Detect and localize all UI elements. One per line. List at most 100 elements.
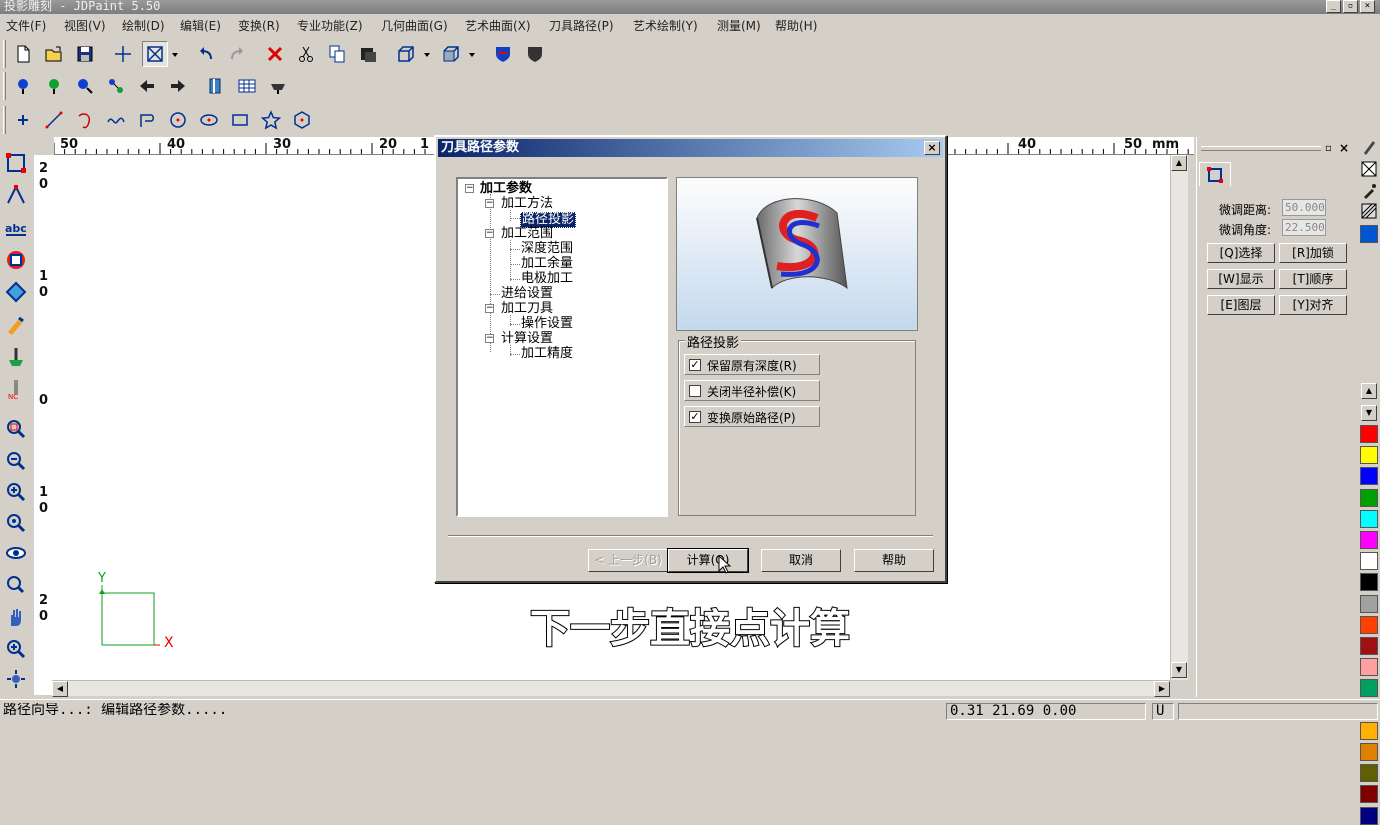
line-icon[interactable] bbox=[41, 107, 67, 133]
collapse-icon[interactable]: − bbox=[485, 334, 494, 343]
scroll-up-icon[interactable]: ▲ bbox=[1171, 155, 1187, 171]
layer-button[interactable]: [E]图层 bbox=[1207, 295, 1275, 315]
tree-calc[interactable]: 计算设置 bbox=[501, 332, 553, 346]
color-swatch[interactable] bbox=[1360, 552, 1378, 571]
color-swatch[interactable] bbox=[1360, 785, 1378, 804]
show-button[interactable]: [W]显示 bbox=[1207, 269, 1275, 289]
prev-step-button[interactable]: < 上一步(B) bbox=[588, 549, 668, 572]
arrow-left-icon[interactable] bbox=[134, 73, 160, 99]
calculate-button[interactable]: 计算(Q) bbox=[667, 548, 749, 573]
polyline-icon[interactable] bbox=[134, 107, 160, 133]
new-file-icon[interactable] bbox=[10, 41, 36, 67]
tree-method[interactable]: 加工方法 bbox=[501, 197, 553, 211]
orbit-icon[interactable] bbox=[3, 665, 29, 693]
no-color-icon[interactable] bbox=[1361, 161, 1377, 180]
tree-electrode[interactable]: 电极加工 bbox=[521, 272, 573, 286]
point-icon[interactable] bbox=[10, 107, 36, 133]
cancel-button[interactable]: 取消 bbox=[761, 549, 841, 572]
close-icon[interactable]: × bbox=[1360, 0, 1375, 13]
color-swatch[interactable] bbox=[1360, 594, 1378, 613]
menu-art-draw[interactable]: 艺术绘制(Y) bbox=[633, 17, 698, 34]
fine-distance-field[interactable]: 50.000 bbox=[1282, 199, 1326, 216]
color-swatch[interactable] bbox=[1360, 658, 1378, 677]
color-swatch[interactable] bbox=[1360, 637, 1378, 655]
node-green-icon[interactable] bbox=[41, 73, 67, 99]
tree-feed[interactable]: 进给设置 bbox=[501, 287, 553, 301]
order-button[interactable]: [T]顺序 bbox=[1279, 269, 1347, 289]
color-swatch[interactable] bbox=[1360, 509, 1378, 528]
redo-icon[interactable] bbox=[224, 41, 250, 67]
tree-depth-range[interactable]: 深度范围 bbox=[521, 242, 573, 256]
menu-view[interactable]: 视图(V) bbox=[64, 17, 106, 34]
offset-tool-icon[interactable] bbox=[3, 246, 29, 274]
color-swatch[interactable] bbox=[1360, 488, 1378, 507]
dropdown-arrow-icon[interactable] bbox=[420, 41, 434, 67]
palette-up-icon[interactable]: ▲ bbox=[1361, 383, 1377, 399]
eyedropper-icon[interactable] bbox=[1361, 183, 1377, 202]
node-link-icon[interactable] bbox=[103, 73, 129, 99]
menu-help[interactable]: 帮助(H) bbox=[775, 17, 817, 34]
save-icon[interactable] bbox=[72, 41, 98, 67]
node-edit-tool-icon[interactable] bbox=[3, 181, 29, 209]
color-swatch[interactable] bbox=[1360, 573, 1378, 592]
crosshair-icon[interactable] bbox=[110, 41, 136, 67]
lock-button[interactable]: [R]加锁 bbox=[1279, 243, 1347, 263]
shield-gray-icon[interactable] bbox=[522, 41, 548, 67]
collapse-icon[interactable]: − bbox=[485, 199, 494, 208]
select-button[interactable]: [Q]选择 bbox=[1207, 243, 1275, 263]
menu-edit[interactable]: 编辑(E) bbox=[180, 17, 221, 34]
disable-radius-comp-checkbox[interactable]: 关闭半径补偿(K) bbox=[684, 380, 820, 401]
circle-icon[interactable] bbox=[165, 107, 191, 133]
book-icon[interactable] bbox=[203, 73, 229, 99]
delete-icon[interactable] bbox=[262, 41, 288, 67]
scroll-left-icon[interactable]: ◀ bbox=[52, 681, 68, 697]
cube-shade-icon[interactable] bbox=[438, 41, 464, 67]
dialog-close-icon[interactable]: × bbox=[924, 141, 940, 155]
transform-path-checkbox[interactable]: ✓ 变换原始路径(P) bbox=[684, 406, 820, 427]
eye-view-icon[interactable] bbox=[3, 539, 29, 567]
color-swatch[interactable] bbox=[1360, 806, 1378, 825]
tree-allowance[interactable]: 加工余量 bbox=[521, 257, 573, 271]
node-edit-icon[interactable] bbox=[72, 73, 98, 99]
star-icon[interactable] bbox=[258, 107, 284, 133]
menu-professional[interactable]: 专业功能(Z) bbox=[297, 17, 363, 34]
horizontal-scrollbar[interactable]: ◀ ▶ bbox=[52, 680, 1170, 697]
keep-depth-checkbox[interactable]: ✓ 保留原有深度(R) bbox=[684, 354, 820, 375]
pen-icon[interactable] bbox=[1361, 139, 1377, 158]
menu-measure[interactable]: 测量(M) bbox=[717, 17, 761, 34]
machining-tool-icon[interactable] bbox=[3, 343, 29, 371]
undo-icon[interactable] bbox=[193, 41, 219, 67]
rotate-view-icon[interactable] bbox=[3, 569, 29, 597]
nc-tool-icon[interactable]: NC bbox=[3, 375, 29, 403]
pattern-icon[interactable] bbox=[1361, 203, 1377, 222]
table-icon[interactable] bbox=[234, 73, 260, 99]
color-swatch[interactable] bbox=[1360, 467, 1378, 486]
panel-close-icon[interactable]: × bbox=[1339, 141, 1349, 155]
menu-file[interactable]: 文件(F) bbox=[6, 17, 46, 34]
color-swatch[interactable] bbox=[1360, 225, 1378, 243]
dropdown-arrow-icon[interactable] bbox=[465, 41, 479, 67]
menu-transform[interactable]: 变换(R) bbox=[238, 17, 280, 34]
ellipse-icon[interactable] bbox=[196, 107, 222, 133]
fill-tool-icon[interactable] bbox=[3, 278, 29, 306]
dropdown-arrow-icon[interactable] bbox=[168, 41, 182, 67]
align-button[interactable]: [Y]对齐 bbox=[1279, 295, 1347, 315]
color-swatch[interactable] bbox=[1360, 531, 1378, 549]
menu-art-surface[interactable]: 艺术曲面(X) bbox=[465, 17, 531, 34]
paint-tool-icon[interactable] bbox=[3, 311, 29, 339]
zoom-previous-icon[interactable] bbox=[3, 635, 29, 663]
cut-icon[interactable] bbox=[293, 41, 319, 67]
collapse-icon[interactable]: − bbox=[485, 229, 494, 238]
tree-root[interactable]: 加工参数 bbox=[480, 182, 532, 196]
checkbox-box[interactable]: ✓ bbox=[689, 411, 701, 423]
shield-blue-icon[interactable] bbox=[490, 41, 516, 67]
tree-range[interactable]: 加工范围 bbox=[501, 227, 553, 241]
open-folder-icon[interactable] bbox=[41, 41, 67, 67]
fine-angle-field[interactable]: 22.500 bbox=[1282, 219, 1326, 236]
polygon-icon[interactable] bbox=[289, 107, 315, 133]
rectangle-icon[interactable] bbox=[227, 107, 253, 133]
text-tool-icon[interactable]: abc bbox=[3, 215, 29, 243]
color-swatch[interactable] bbox=[1360, 721, 1378, 740]
menu-toolpath[interactable]: 刀具路径(P) bbox=[549, 17, 614, 34]
color-swatch[interactable] bbox=[1360, 764, 1378, 783]
